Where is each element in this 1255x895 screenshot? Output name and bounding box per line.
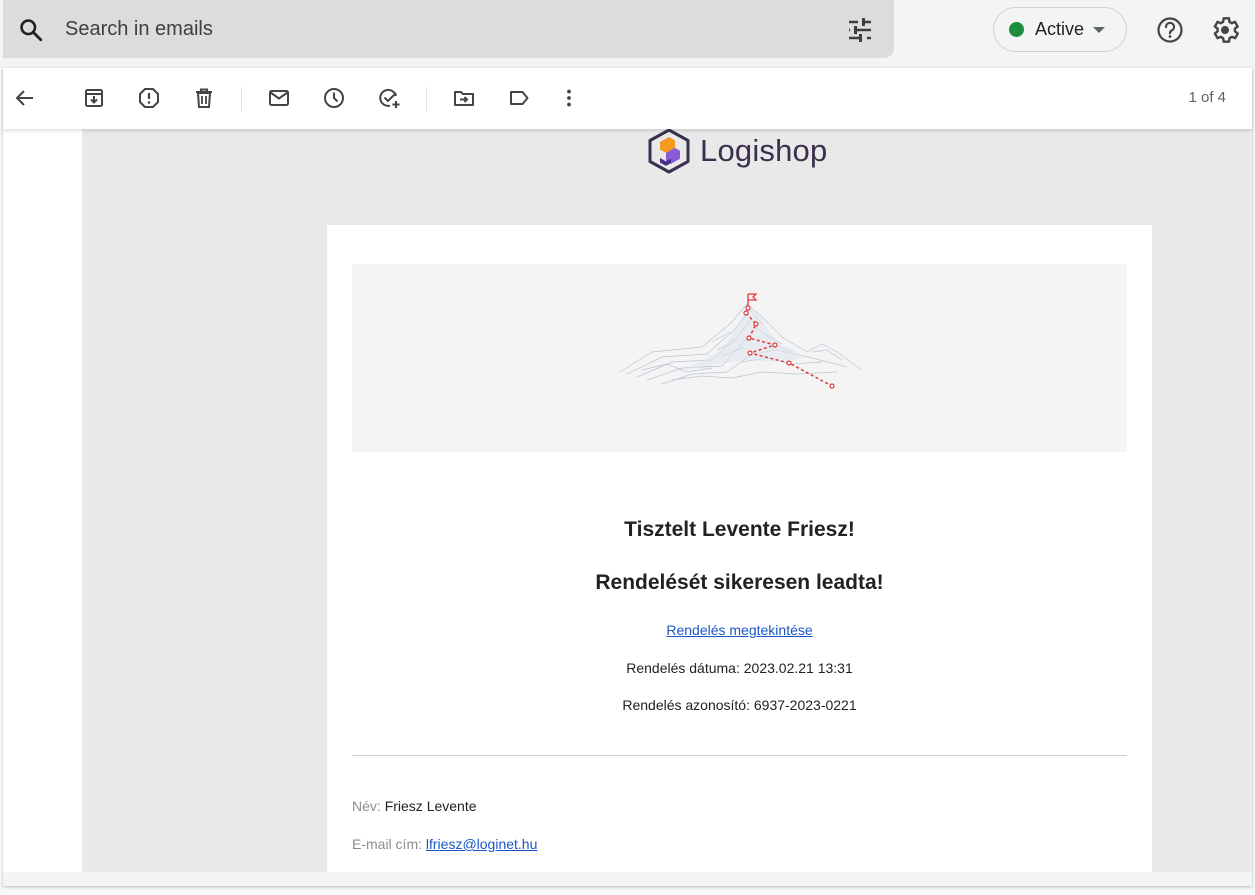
back-button[interactable] (13, 86, 37, 110)
logishop-logo-icon (648, 129, 690, 174)
toolbar-divider (241, 87, 242, 111)
caret-down-icon (1093, 26, 1106, 33)
search-input[interactable] (65, 12, 805, 46)
greeting-heading: Tisztelt Levente Friesz! (624, 518, 855, 541)
status-label: Active (1035, 19, 1085, 39)
email-view-panel: 1 of 4 Logishop Tisztelt Levente Friesz!… (3, 68, 1252, 886)
add-task-icon (379, 88, 400, 108)
brand-name: Logishop (700, 133, 828, 168)
order-date-row: Rendelés dátuma: 2023.02.21 13:31 (327, 660, 1152, 676)
divider (352, 755, 1127, 756)
move-to-folder-icon (454, 91, 474, 106)
customer-email-label: E-mail cím: (352, 836, 422, 852)
toolbar-divider (426, 87, 427, 111)
pagination-count: 1 of 4 (1188, 89, 1226, 106)
customer-email-row: E-mail cím: lfriesz@loginet.hu (352, 836, 537, 852)
trash-icon (196, 88, 212, 108)
view-order-link-row: Rendelés megtekintése (327, 622, 1152, 638)
email-toolbar: 1 of 4 (3, 68, 1252, 129)
hero-banner (352, 264, 1127, 452)
email-body: Logishop Tisztelt Levente Friesz! Rendel… (3, 129, 1252, 872)
report-spam-button[interactable] (137, 86, 161, 110)
search-icon[interactable] (18, 17, 44, 43)
status-dot-icon (1009, 22, 1024, 37)
order-id-label: Rendelés azonosító: (622, 697, 750, 713)
archive-button[interactable] (82, 86, 106, 110)
delete-button[interactable] (192, 86, 216, 110)
more-button[interactable] (557, 86, 581, 110)
arrow-back-icon (15, 90, 33, 106)
brand-logo: Logishop (646, 129, 827, 175)
customer-email-link[interactable]: lfriesz@loginet.hu (426, 836, 538, 852)
move-to-button[interactable] (452, 86, 476, 110)
order-date-label: Rendelés dátuma: (626, 660, 740, 676)
order-id-row: Rendelés azonosító: 6937-2023-0221 (327, 697, 1152, 713)
customer-name-row: Név: Friesz Levente (352, 798, 477, 814)
tune-icon[interactable] (845, 16, 875, 44)
order-date-value: 2023.02.21 13:31 (743, 660, 853, 676)
add-task-button[interactable] (377, 86, 401, 110)
mail-icon (269, 90, 289, 106)
clock-icon (324, 88, 344, 108)
label-icon (510, 91, 529, 105)
customer-name-value: Friesz Levente (384, 798, 477, 814)
search-bar[interactable] (3, 0, 894, 58)
panel-bottom-bar (3, 872, 1252, 886)
view-order-link[interactable]: Rendelés megtekintése (666, 622, 812, 638)
mark-unread-button[interactable] (267, 86, 291, 110)
order-success-heading: Rendelését sikeresen leadta! (595, 571, 884, 594)
mountain-illustration-icon (619, 293, 863, 389)
settings-gear-icon[interactable] (1209, 14, 1241, 46)
more-vertical-icon (567, 89, 571, 107)
email-background: Logishop Tisztelt Levente Friesz! Rendel… (82, 129, 1252, 872)
top-bar: Active (0, 0, 1255, 68)
status-dropdown[interactable]: Active (993, 7, 1127, 52)
archive-icon (85, 89, 103, 107)
labels-button[interactable] (507, 86, 531, 110)
customer-name-label: Név: (352, 798, 381, 814)
report-spam-icon (139, 88, 159, 108)
order-id-value: 6937-2023-0221 (753, 697, 857, 713)
help-icon[interactable] (1155, 15, 1185, 45)
email-card: Tisztelt Levente Friesz! Rendelését sike… (327, 225, 1152, 872)
snooze-button[interactable] (322, 86, 346, 110)
